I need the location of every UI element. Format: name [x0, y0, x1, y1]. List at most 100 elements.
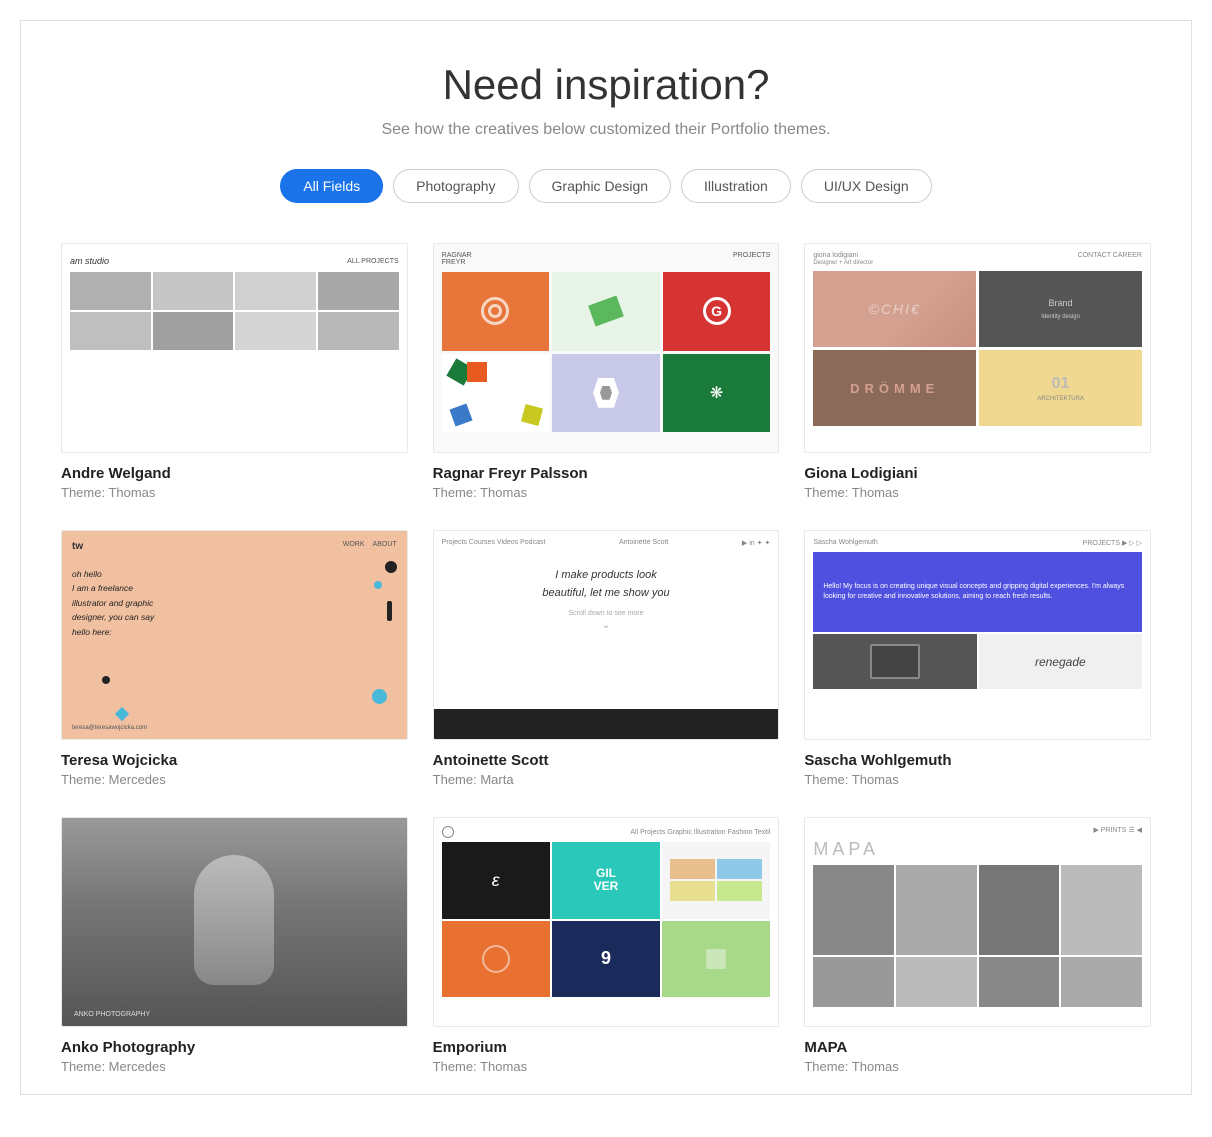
sascha-renegade-img: renegade — [979, 634, 1142, 689]
antoinette-name: Antoinette Scott — [619, 539, 668, 547]
anko-person-silhouette — [194, 855, 274, 985]
card-preview-mapa[interactable]: ▶ PRINTS ☰ ◀ MAPA — [804, 817, 1151, 1027]
anko-footer-label: ANKO PHOTOGRAPHY — [74, 1011, 150, 1018]
mapa-photo-1 — [813, 865, 894, 955]
sascha-header: Sascha Wohlgemuth PROJECTS ▶ ▷ ▷ — [813, 539, 1142, 547]
card-title-ragnar: Ragnar Freyr Palsson — [433, 465, 780, 482]
sascha-device-img — [813, 634, 976, 689]
filter-graphic-design[interactable]: Graphic Design — [529, 169, 672, 203]
emporium-cell-3 — [662, 842, 770, 919]
filter-ui-ux[interactable]: UI/UX Design — [801, 169, 932, 203]
card-theme-andre: Theme: Thomas — [61, 485, 408, 500]
portfolio-grid: am studio ALL PROJECTS Andre Welgand The… — [61, 243, 1151, 1074]
portfolio-card: ▶ PRINTS ☰ ◀ MAPA MAPA Theme: Thomas — [804, 817, 1151, 1074]
mapa-photo-2 — [896, 865, 977, 955]
card-theme-emporium: Theme: Thomas — [433, 1059, 780, 1074]
deco-shape — [385, 561, 397, 573]
am-studio-logo: am studio — [70, 256, 109, 266]
giona-name: giona lodigianiDesigner + Art director — [813, 252, 873, 266]
mapa-bottom-2 — [896, 957, 977, 1007]
card-preview-anko[interactable]: ANKO PHOTOGRAPHY — [61, 817, 408, 1027]
mapa-nav: ▶ PRINTS ☰ ◀ — [1093, 826, 1142, 834]
card-title-sascha: Sascha Wohlgemuth — [804, 752, 1151, 769]
ragnar-cell-6: ❋ — [663, 354, 771, 433]
photo-cell — [70, 272, 151, 310]
emporium-header: All Projects Graphic Illustration Fashio… — [442, 826, 771, 838]
antoinette-main-text: I make products lookbeautiful, let me sh… — [442, 567, 771, 602]
giona-cell-4: 01 ARCHITEKTURA — [979, 350, 1142, 426]
portfolio-card: Projects Courses Videos Podcast Antoinet… — [433, 530, 780, 787]
photo-cell — [235, 312, 316, 350]
filter-photography[interactable]: Photography — [393, 169, 518, 203]
giona-cell-3: DRÖMME — [813, 350, 976, 426]
sascha-blue-box: Hello! My focus is on creating unique vi… — [813, 552, 1142, 632]
ragnar-cell-2 — [552, 272, 660, 351]
antoinette-arrow: ⌄ — [442, 620, 771, 631]
ragnar-cell-1 — [442, 272, 550, 351]
card-preview-giona[interactable]: giona lodigianiDesigner + Art director C… — [804, 243, 1151, 453]
deco-shape — [372, 689, 387, 704]
hero-section: Need inspiration? See how the creatives … — [61, 61, 1151, 203]
antoinette-header: Projects Courses Videos Podcast Antoinet… — [442, 539, 771, 547]
card-theme-teresa: Theme: Mercedes — [61, 772, 408, 787]
portfolio-card: Sascha Wohlgemuth PROJECTS ▶ ▷ ▷ Hello! … — [804, 530, 1151, 787]
antoinette-icons: ▶ in ✦ ✦ — [742, 539, 770, 547]
card-preview-andre[interactable]: am studio ALL PROJECTS — [61, 243, 408, 453]
card-preview-emporium[interactable]: All Projects Graphic Illustration Fashio… — [433, 817, 780, 1027]
mapa-bottom-strip — [813, 957, 1142, 1007]
giona-grid: ©CHI€ Brand Identity design DRÖMME 01 — [813, 271, 1142, 426]
photo-cell — [318, 312, 399, 350]
card-theme-antoinette: Theme: Marta — [433, 772, 780, 787]
sascha-nav: PROJECTS ▶ ▷ ▷ — [1083, 539, 1142, 547]
am-studio-header: am studio ALL PROJECTS — [70, 252, 399, 272]
card-preview-antoinette[interactable]: Projects Courses Videos Podcast Antoinet… — [433, 530, 780, 740]
emporium-cell-6 — [662, 921, 770, 998]
emporium-cell-4 — [442, 921, 550, 998]
card-theme-anko: Theme: Mercedes — [61, 1059, 408, 1074]
sascha-name-header: Sascha Wohlgemuth — [813, 539, 877, 547]
portfolio-card: giona lodigianiDesigner + Art director C… — [804, 243, 1151, 500]
filter-all[interactable]: All Fields — [280, 169, 383, 203]
ragnar-nav: PROJECTS — [733, 252, 770, 266]
portfolio-card: All Projects Graphic Illustration Fashio… — [433, 817, 780, 1074]
mapa-bottom-4 — [1061, 957, 1142, 1007]
emporium-grid: ε GILVER 9 — [442, 842, 771, 997]
tw-nav: WORKABOUT — [343, 541, 397, 548]
photo-cell — [153, 272, 234, 310]
filter-illustration[interactable]: Illustration — [681, 169, 791, 203]
giona-header: giona lodigianiDesigner + Art director C… — [813, 252, 1142, 266]
antoinette-scroll: Scroll down to see more — [442, 610, 771, 617]
mapa-bottom-1 — [813, 957, 894, 1007]
emporium-nav: All Projects Graphic Illustration Fashio… — [630, 829, 770, 836]
antoinette-bottom — [434, 709, 779, 739]
card-title-antoinette: Antoinette Scott — [433, 752, 780, 769]
filter-tabs: All Fields Photography Graphic Design Il… — [61, 169, 1151, 203]
ragnar-name: RAGNARFREYR — [442, 252, 472, 266]
giona-cell-2: Brand Identity design — [979, 271, 1142, 347]
mapa-photo-strip — [813, 865, 1142, 955]
card-preview-sascha[interactable]: Sascha Wohlgemuth PROJECTS ▶ ▷ ▷ Hello! … — [804, 530, 1151, 740]
deco-shape — [102, 676, 110, 684]
card-preview-teresa[interactable]: tw WORKABOUT oh helloI am a freelanceill… — [61, 530, 408, 740]
emporium-cell-2: GILVER — [552, 842, 660, 919]
hero-subtitle: See how the creatives below customized t… — [61, 121, 1151, 139]
portfolio-card: RAGNARFREYR PROJECTS G — [433, 243, 780, 500]
ragnar-cell-5 — [552, 354, 660, 433]
deco-shape — [374, 581, 382, 589]
card-title-mapa: MAPA — [804, 1039, 1151, 1056]
giona-cell-1: ©CHI€ — [813, 271, 976, 347]
mapa-bottom-3 — [979, 957, 1060, 1007]
card-theme-giona: Theme: Thomas — [804, 485, 1151, 500]
mapa-header: ▶ PRINTS ☰ ◀ — [813, 826, 1142, 834]
am-studio-nav: ALL PROJECTS — [347, 258, 398, 265]
card-title-andre: Andre Welgand — [61, 465, 408, 482]
mapa-photo-3 — [979, 865, 1060, 955]
card-title-teresa: Teresa Wojcicka — [61, 752, 408, 769]
emporium-logo-icon — [442, 826, 454, 838]
deco-shape — [115, 707, 129, 721]
card-title-emporium: Emporium — [433, 1039, 780, 1056]
card-preview-ragnar[interactable]: RAGNARFREYR PROJECTS G — [433, 243, 780, 453]
tw-email: teresa@teresawojcicka.com — [72, 725, 147, 731]
mapa-photo-4 — [1061, 865, 1142, 955]
anko-bg — [62, 818, 407, 1026]
